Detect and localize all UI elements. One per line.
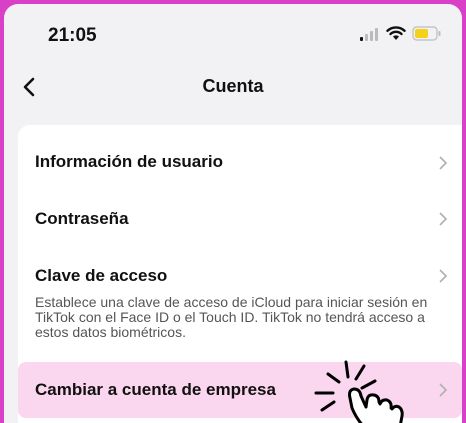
tap-hand-icon	[314, 360, 404, 423]
navigation-bar: Cuenta	[4, 62, 462, 112]
list-item-description: Establece una clave de acceso de iCloud …	[35, 294, 428, 340]
list-item-contrasena[interactable]: Contraseña	[18, 195, 462, 251]
status-time: 21:05	[48, 25, 97, 46]
list-item-clave-de-acceso[interactable]: Clave de acceso Establece una clave de a…	[18, 251, 462, 357]
list-item-informacion-de-usuario[interactable]: Información de usuario	[18, 125, 462, 195]
pink-frame: 21:05 Cuenta Información de usuario Cont…	[0, 0, 466, 423]
battery-icon	[412, 26, 441, 41]
chevron-right-icon	[439, 212, 448, 226]
signal-icon	[360, 27, 378, 41]
list-item-label: Cambiar a cuenta de empresa	[35, 380, 276, 399]
page-title: Cuenta	[202, 76, 264, 96]
list-item-label: Clave de acceso	[35, 266, 168, 285]
phone-screen: 21:05 Cuenta Información de usuario Cont…	[4, 4, 462, 423]
chevron-right-icon	[439, 156, 448, 170]
wifi-icon	[386, 26, 406, 40]
list-item-label: Información de usuario	[35, 152, 223, 171]
chevron-right-icon	[439, 269, 448, 283]
chevron-right-icon	[439, 383, 448, 397]
list-item-label: Contraseña	[35, 209, 129, 228]
status-icons	[360, 26, 442, 41]
status-bar: 21:05	[4, 4, 462, 62]
